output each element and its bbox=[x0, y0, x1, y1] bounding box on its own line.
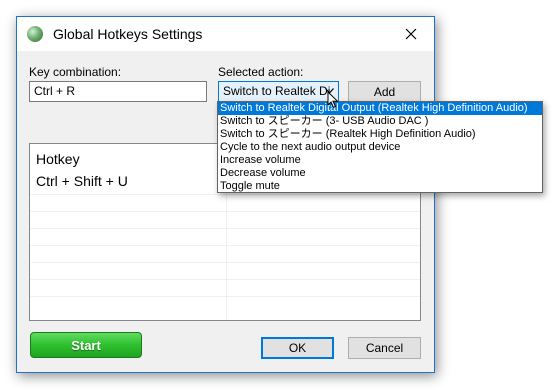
dropdown-option[interactable]: Switch to スピーカー (3- USB Audio DAC ) bbox=[218, 115, 542, 128]
dropdown-option[interactable]: Increase volume bbox=[218, 154, 542, 167]
selected-action-label: Selected action: bbox=[218, 65, 304, 79]
title-bar[interactable]: Global Hotkeys Settings bbox=[17, 17, 434, 51]
dropdown-option[interactable]: Toggle mute bbox=[218, 180, 542, 193]
list-item[interactable]: Ctrl + Shift + U bbox=[36, 173, 128, 189]
close-icon bbox=[405, 28, 417, 40]
add-button[interactable]: Add bbox=[348, 81, 421, 103]
dropdown-option[interactable]: Switch to Realtek Digital Output (Realte… bbox=[218, 102, 542, 115]
grid-line bbox=[30, 279, 420, 280]
key-combination-input[interactable]: Ctrl + R bbox=[29, 81, 207, 102]
grid-line bbox=[30, 296, 420, 297]
list-header-hotkey: Hotkey bbox=[36, 151, 80, 167]
ok-button[interactable]: OK bbox=[261, 337, 334, 359]
grid-line bbox=[30, 194, 420, 195]
action-dropdown-list[interactable]: Switch to Realtek Digital Output (Realte… bbox=[217, 101, 543, 193]
cancel-button[interactable]: Cancel bbox=[348, 337, 421, 359]
action-select-value: Switch to Realtek Di bbox=[223, 84, 331, 98]
dropdown-option[interactable]: Decrease volume bbox=[218, 167, 542, 180]
grid-line bbox=[30, 211, 420, 212]
close-button[interactable] bbox=[388, 17, 434, 51]
app-globe-icon bbox=[27, 26, 43, 42]
grid-line bbox=[30, 228, 420, 229]
action-select[interactable]: Switch to Realtek Di bbox=[218, 81, 339, 102]
grid-line bbox=[30, 262, 420, 263]
key-combination-label: Key combination: bbox=[29, 65, 122, 79]
window-title: Global Hotkeys Settings bbox=[53, 26, 203, 42]
mouse-cursor-icon bbox=[327, 91, 339, 109]
dropdown-option[interactable]: Cycle to the next audio output device bbox=[218, 141, 542, 154]
settings-window: Global Hotkeys Settings Key combination:… bbox=[16, 16, 435, 373]
grid-line bbox=[30, 245, 420, 246]
start-button[interactable]: Start bbox=[30, 332, 142, 358]
dropdown-option[interactable]: Switch to スピーカー (Realtek High Definition… bbox=[218, 128, 542, 141]
